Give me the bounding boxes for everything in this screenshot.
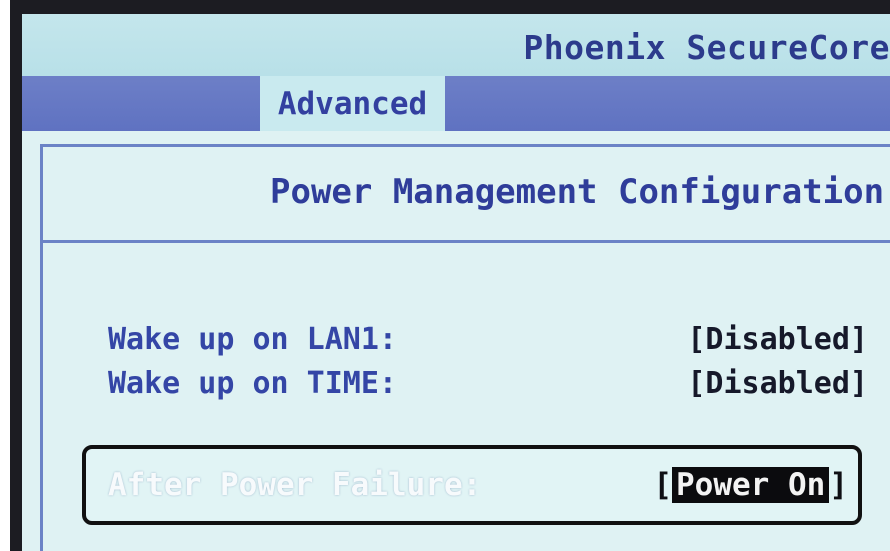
title-bar: Phoenix SecureCore: [22, 14, 890, 77]
setting-label: Wake up on LAN1:: [108, 322, 397, 357]
setting-wake-on-lan[interactable]: Wake up on LAN1: [Disabled]: [108, 322, 868, 362]
setting-value[interactable]: [Disabled]: [687, 366, 868, 401]
panel-divider: [43, 240, 890, 243]
tab-advanced[interactable]: Advanced: [260, 76, 445, 131]
setting-value[interactable]: [ Power On ]: [653, 465, 848, 505]
setting-after-power-failure[interactable]: After Power Failure: [ Power On ]: [82, 445, 862, 525]
bracket-open: [: [653, 467, 673, 503]
bracket-close: ]: [829, 467, 848, 503]
setting-value[interactable]: [Disabled]: [687, 322, 868, 357]
setting-wake-on-time[interactable]: Wake up on TIME: [Disabled]: [108, 366, 868, 406]
bios-screen: Phoenix SecureCore Advanced Power Manage…: [22, 14, 890, 551]
selected-value[interactable]: Power On: [672, 467, 830, 503]
bios-title: Phoenix SecureCore: [523, 28, 890, 67]
setting-label: Wake up on TIME:: [108, 366, 397, 401]
tab-bar: Advanced: [22, 76, 890, 131]
setting-label: After Power Failure:: [108, 467, 482, 503]
panel-title: Power Management Configuration: [270, 172, 885, 212]
